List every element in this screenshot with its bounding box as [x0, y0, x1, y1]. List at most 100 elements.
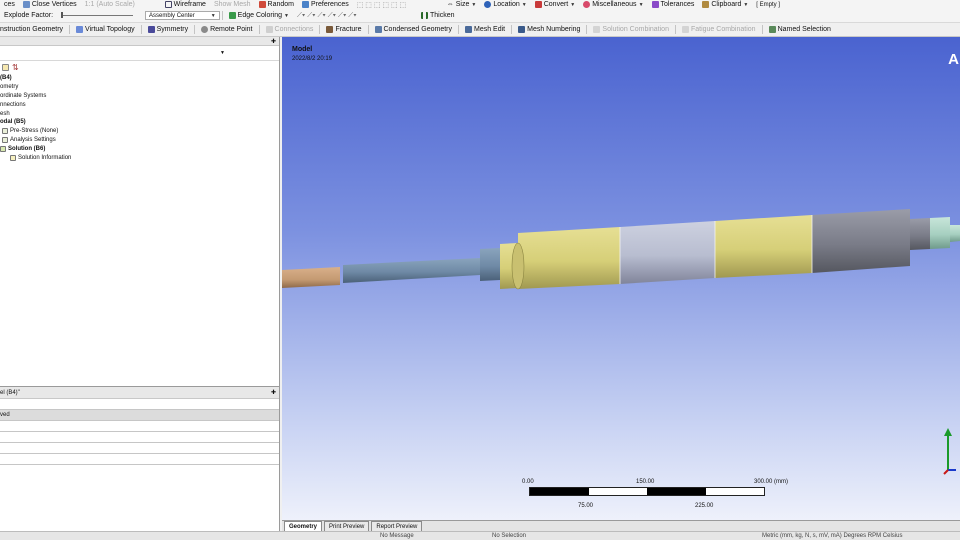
shaft-segment-copper[interactable] [282, 267, 340, 288]
shaft-model[interactable] [282, 37, 960, 520]
toolbar-separator [319, 25, 321, 34]
axis-triad[interactable] [942, 428, 956, 476]
details-row[interactable] [0, 421, 279, 432]
tree-node-solution[interactable]: Solution (B6) [0, 144, 279, 153]
miscellaneous-menu[interactable]: Miscellaneous ▼ [579, 0, 647, 9]
details-panel: el (B4)" ✚ ved [0, 386, 280, 534]
toolbar-separator [140, 25, 142, 34]
named-selection-button[interactable]: Named Selection [765, 23, 835, 36]
details-row[interactable] [0, 454, 279, 465]
condensed-geometry-button[interactable]: Condensed Geometry [371, 23, 456, 36]
shaft-segment-green[interactable] [930, 217, 950, 249]
tree-node-project[interactable]: (B4) [0, 74, 279, 83]
outline-header: ✚ [0, 37, 279, 46]
tree-node-mesh[interactable]: esh [0, 109, 279, 118]
scale-label-300: 300.00 (mm) [754, 479, 789, 485]
fracture-button[interactable]: Fracture [322, 23, 365, 36]
size-icon: ⇔ [446, 1, 454, 8]
tab-geometry[interactable]: Geometry [284, 521, 323, 531]
toolbar-separator [586, 25, 588, 34]
close-vertices-button[interactable]: Close Vertices [19, 0, 81, 9]
shaft-segment-gray[interactable] [620, 221, 715, 284]
toolbar-separator [221, 11, 223, 20]
clipboard-menu[interactable]: Clipboard ▼ [698, 0, 752, 9]
tree-node-connections[interactable]: nnections [0, 100, 279, 109]
solution-combination-button[interactable]: Solution Combination [589, 23, 673, 36]
connections-icon [265, 26, 273, 33]
details-row[interactable] [0, 399, 279, 410]
mesh-edit-button[interactable]: Mesh Edit [461, 23, 509, 36]
tree-node-pre-stress[interactable]: Pre-Stress (None) [0, 127, 279, 136]
random-colors-button[interactable]: Random [255, 0, 298, 9]
explode-factor-label: Explode Factor: [4, 12, 54, 19]
symmetry-button[interactable]: Symmetry [144, 23, 193, 36]
shaft-segment-olive-1[interactable] [518, 227, 620, 289]
shaft-end-face [511, 242, 525, 290]
pin-icon[interactable]: ✚ [271, 38, 276, 45]
remote-point-button[interactable]: Remote Point [197, 23, 256, 36]
toolbar-item-vertices[interactable]: ces [0, 0, 19, 9]
tolerances-button[interactable]: Tolerances [648, 0, 699, 9]
condensed-geometry-icon [374, 26, 382, 33]
chevron-down-icon: ▼ [284, 12, 289, 19]
outline-tree: (B4) ometry ordinate Systems nnections e… [0, 74, 279, 162]
details-row[interactable] [0, 443, 279, 454]
chevron-down-icon: ▼ [743, 1, 749, 8]
scale-label-150: 150.00 [636, 479, 655, 485]
graphics-viewport[interactable]: Model 2022/8/2 20:19 A 0.00 150.00 300.0… [282, 37, 960, 520]
location-menu[interactable]: Location ▼ [480, 0, 530, 9]
toolbar-separator [674, 25, 676, 34]
outline-filter[interactable]: ▼ [0, 46, 279, 61]
pin-icon[interactable]: ✚ [271, 389, 276, 396]
shaft-segment-dark-gray[interactable] [812, 209, 910, 273]
status-units[interactable]: Metric (mm, kg, N, s, mV, mA) Degrees RP… [762, 533, 902, 539]
shaft-segment-end[interactable] [950, 225, 960, 242]
location-icon [484, 1, 492, 8]
shaft-segment-collar[interactable] [480, 248, 500, 281]
preferences-button[interactable]: Preferences [298, 0, 353, 9]
random-colors-icon [258, 1, 266, 8]
edge-coloring-menu[interactable]: Edge Coloring ▼ [225, 9, 293, 22]
shaft-segment-thin-blue[interactable] [343, 258, 480, 283]
construction-geometry-button[interactable]: nstruction Geometry [0, 23, 67, 36]
details-row[interactable]: ved [0, 410, 279, 421]
chevron-down-icon: ▼ [521, 1, 527, 8]
shaft-segment-olive-2[interactable] [715, 215, 812, 278]
size-menu[interactable]: ⇔ Size ▼ [443, 0, 481, 9]
vertices-icon [22, 1, 30, 8]
tab-report-preview[interactable]: Report Preview [371, 521, 423, 531]
edge-display-icons[interactable]: ⟋▾ ⟋▾ ⟋▾ ⟋▾ ⟋▾ ⟋▾ [293, 9, 417, 22]
edge-coloring-icon [228, 12, 236, 19]
tree-node-geometry[interactable]: ometry [0, 83, 279, 92]
assembly-center-select[interactable]: Assembly Center ▼ [145, 11, 220, 20]
chevron-down-icon: ▼ [570, 1, 576, 8]
sort-icon[interactable]: ⇅ [12, 63, 19, 72]
shaft-segment-neck[interactable] [910, 218, 930, 250]
scale-label-225: 225.00 [695, 503, 714, 509]
wireframe-button[interactable]: Wireframe [161, 0, 210, 9]
fatigue-combination-button[interactable]: Fatigue Combination [678, 23, 760, 36]
select-mode-icons[interactable]: ⬚ ⬚ ⬚ ⬚ ⬚ ⬚ [353, 0, 443, 9]
convert-menu[interactable]: Convert ▼ [531, 0, 579, 9]
preferences-icon [301, 1, 309, 8]
details-row[interactable] [0, 432, 279, 443]
status-message[interactable]: No Message [380, 533, 414, 539]
graphics-toolbar: Explode Factor: Assembly Center ▼ Edge Co… [0, 9, 960, 23]
clipboard-status: [ Empty ] [756, 1, 780, 8]
tree-node-analysis-settings[interactable]: Analysis Settings [0, 136, 279, 145]
explode-factor-slider[interactable] [61, 12, 134, 18]
context-toolbar: nstruction Geometry Virtual Topology Sym… [0, 23, 960, 37]
toolbar-separator [258, 25, 260, 34]
chevron-down-icon: ▼ [220, 50, 225, 56]
thicken-button[interactable]: Thicken [417, 9, 459, 22]
tree-node-modal[interactable]: odal (B5) [0, 118, 279, 127]
expand-icon[interactable] [2, 64, 9, 71]
scale-combo[interactable]: 1:1 (Auto Scale) [81, 0, 161, 9]
virtual-topology-button[interactable]: Virtual Topology [72, 23, 139, 36]
show-mesh-button[interactable]: Show Mesh [210, 0, 255, 9]
tab-print-preview[interactable]: Print Preview [324, 521, 370, 531]
mesh-numbering-button[interactable]: Mesh Numbering [514, 23, 584, 36]
tree-node-coordinate-systems[interactable]: ordinate Systems [0, 92, 279, 101]
connections-button[interactable]: Connections [262, 23, 318, 36]
tree-node-solution-information[interactable]: Solution Information [0, 153, 279, 162]
